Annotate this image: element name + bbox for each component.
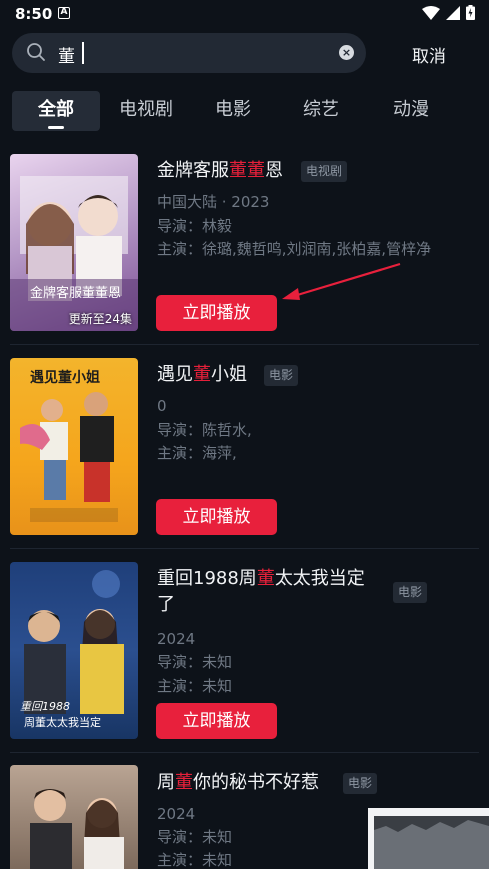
cast-text: 主演：徐璐,魏哲鸣,刘润南,张柏嘉,管梓净 [157,240,432,258]
poster-image[interactable] [10,765,138,869]
result-title[interactable]: 遇见董小姐 [157,362,247,388]
play-button[interactable]: 立即播放 [156,499,277,535]
poster-art [30,789,124,869]
episode-count: 更新至24集 [68,312,132,326]
tab-label: 动漫 [393,99,429,120]
cast-text: 主演：未知 [157,851,233,869]
tab-label: 全部 [38,99,74,120]
signal-icon [446,5,460,20]
title-text: 你的秘书不好惹 [193,772,319,793]
clear-icon[interactable]: × [339,45,354,60]
poster-art: 遇见董小姐 [20,369,118,522]
cast-text: 主演：未知 [157,677,233,695]
play-button[interactable]: 立即播放 [156,703,277,739]
director-text: 导演：陈哲水, [157,421,252,439]
title-text: 太太我当定 [274,568,365,589]
annotation-arrow [282,262,401,300]
svg-text:金牌客服董董恩: 金牌客服董董恩 [30,285,121,301]
type-badge: 电影 [343,773,378,794]
status-bar: 8:50 A [0,0,489,28]
title-text: 周 [157,772,175,793]
divider [10,548,479,549]
battery-icon [466,5,475,20]
title-text: 了 [157,594,175,615]
status-icons [422,5,475,20]
tab-tv-series[interactable]: 电视剧 [112,91,180,131]
title-highlight: 董 [175,772,193,793]
title-text: 恩 [265,160,283,181]
tab-movies[interactable]: 电影 [207,91,259,131]
floating-preview[interactable] [368,808,489,869]
svg-text:遇见董小姐: 遇见董小姐 [30,369,100,386]
title-text: 金牌客服 [157,160,229,181]
result-title[interactable]: 重回1988周董太太我当定了 [157,566,387,618]
title-text: 小姐 [211,364,247,385]
title-highlight: 董 [193,364,211,385]
director-text: 导演：林毅 [157,217,233,235]
cast-text: 主演：海萍, [157,444,237,462]
divider [10,344,479,345]
region-year: 中国大陆 · 2023 [157,193,270,211]
region-year: 0 [157,397,167,415]
text-caret [82,42,84,64]
category-tabs: 全部 电视剧 电影 综艺 动漫 [12,91,482,131]
poster-image[interactable]: 金牌客服董董恩 更新至24集 [10,154,138,331]
poster-image[interactable]: 重回1988 周董太太我当定 [10,562,138,739]
director-text: 导演：未知 [157,653,233,671]
region-year: 2024 [157,630,196,648]
preview-image [374,816,489,869]
tab-label: 电影 [215,99,251,120]
type-badge: 电影 [264,365,299,386]
search-query: 董 [58,47,75,67]
tab-label: 综艺 [303,99,339,120]
wifi-icon [422,5,440,20]
cancel-button[interactable]: 取消 [412,42,446,67]
svg-text:重回1988: 重回1988 [20,700,70,713]
title-highlight: 董董 [229,160,265,181]
poster-image[interactable]: 遇见董小姐 [10,358,138,535]
type-badge: 电视剧 [301,161,348,182]
preview-art [374,820,489,869]
play-button[interactable]: 立即播放 [156,295,277,331]
poster-art: 金牌客服董董恩 [10,176,138,331]
region-year: 2024 [157,805,196,823]
svg-text:周董太太我当定: 周董太太我当定 [24,715,101,729]
tab-active-indicator [48,126,64,129]
result-title[interactable]: 金牌客服董董恩 [157,158,283,184]
tab-variety[interactable]: 综艺 [295,91,347,131]
tab-anime[interactable]: 动漫 [385,91,437,131]
search-input[interactable]: 董 × [12,33,366,73]
result-title[interactable]: 周董你的秘书不好惹 [157,770,319,796]
poster-art: 重回1988 周董太太我当定 [20,570,124,729]
title-highlight: 董 [256,568,275,589]
notification-a-icon: A [58,7,70,19]
search-icon [27,43,45,61]
status-time: 8:50 [15,5,53,23]
tab-label: 电视剧 [119,99,173,120]
title-text: 重回1988周 [157,568,257,589]
type-badge: 电影 [393,582,428,603]
divider [10,752,479,753]
tab-all[interactable]: 全部 [12,91,100,131]
title-text: 遇见 [157,364,193,385]
director-text: 导演：未知 [157,828,233,846]
